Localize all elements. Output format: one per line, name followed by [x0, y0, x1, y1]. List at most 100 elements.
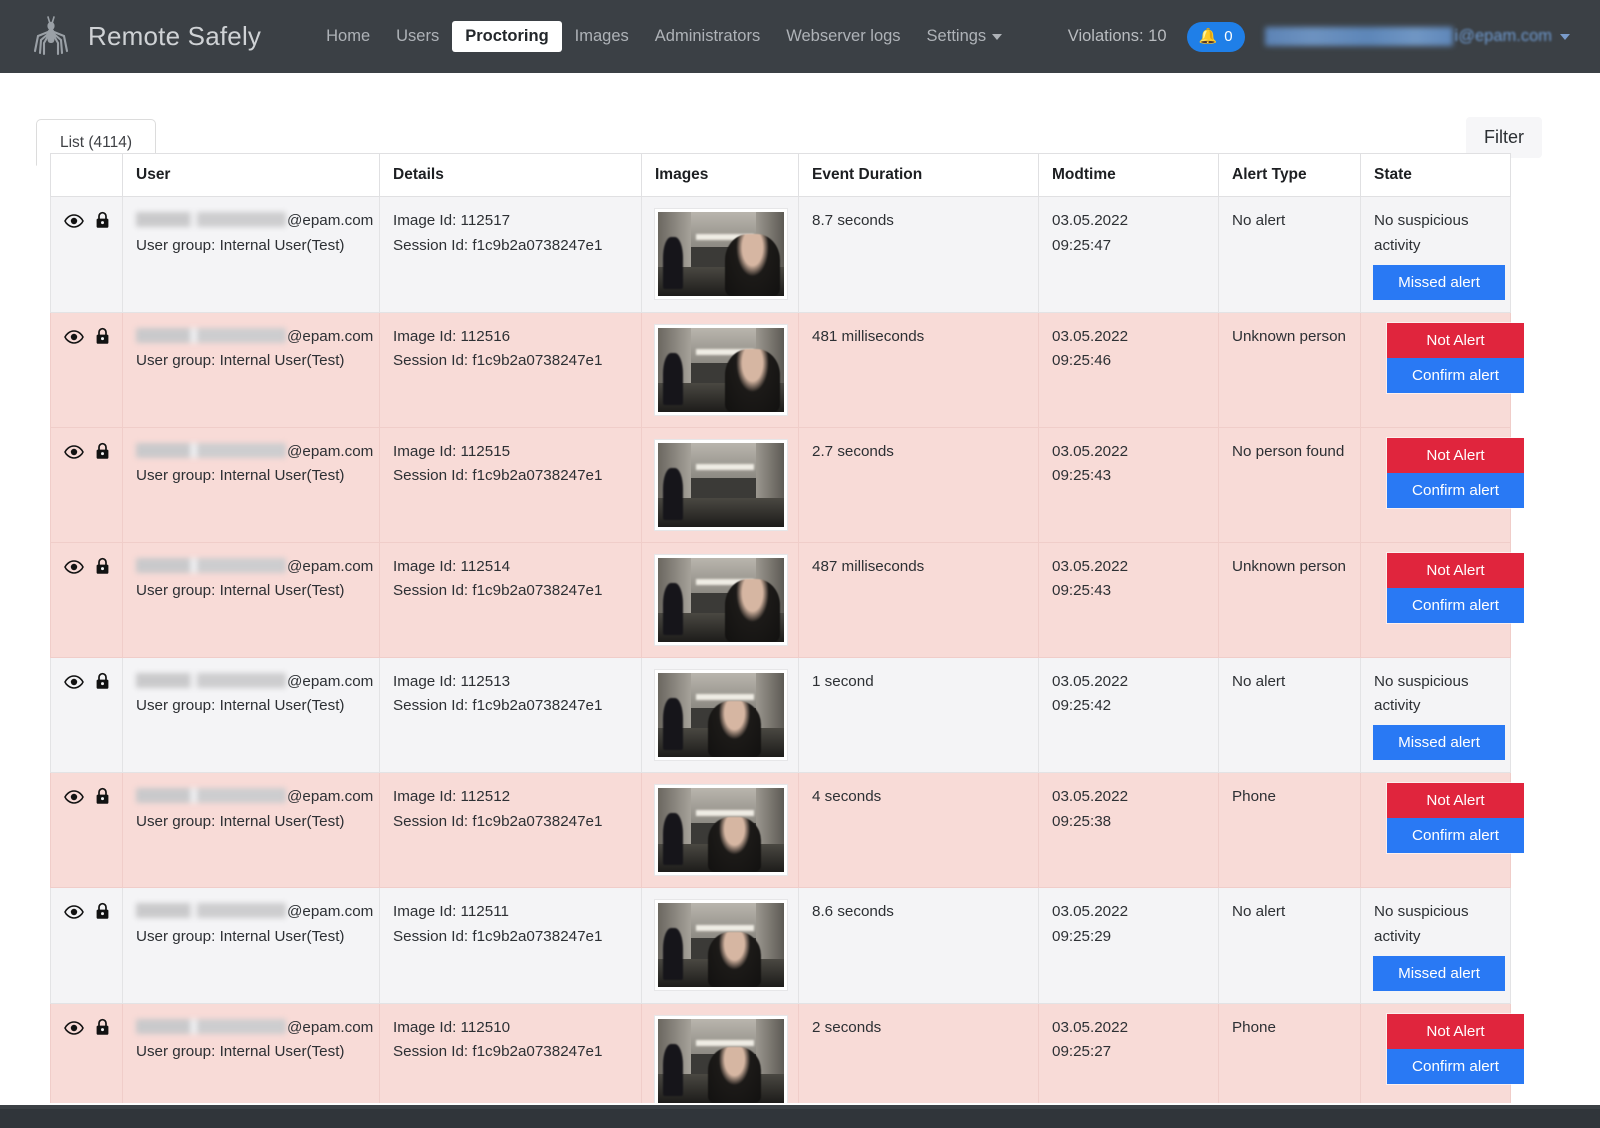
state-cell: Not Alert Confirm alert — [1360, 541, 1524, 658]
nav-link-webserver-logs[interactable]: Webserver logs — [773, 21, 913, 52]
mod-date: 03.05.2022 — [1052, 212, 1129, 229]
confirm-alert-button[interactable]: Confirm alert — [1387, 818, 1524, 854]
image-id: Image Id: 112514 — [393, 557, 511, 575]
alert-type-cell: No alert — [1218, 656, 1361, 774]
thumb-person — [708, 931, 762, 988]
eye-icon[interactable] — [64, 328, 84, 353]
event-thumbnail[interactable] — [655, 900, 787, 991]
eye-icon[interactable] — [64, 443, 84, 468]
user-group: User group: Internal User(Test) — [136, 927, 345, 945]
eye-icon[interactable] — [64, 673, 84, 698]
not-alert-button[interactable]: Not Alert — [1387, 437, 1524, 473]
filter-button[interactable]: Filter — [1466, 117, 1542, 158]
eye-icon[interactable] — [64, 212, 84, 237]
mod-time: 09:25:43 — [1052, 582, 1112, 600]
event-duration-cell: 2 seconds — [798, 1002, 1039, 1119]
brand[interactable]: Remote Safely — [28, 15, 261, 59]
thumb-light — [695, 809, 754, 816]
user-email-redacted — [136, 327, 286, 343]
mod-time: 09:25:47 — [1052, 236, 1112, 254]
table-row[interactable]: @epam.com User group: Internal User(Test)… — [50, 541, 1524, 658]
nav-link-home[interactable]: Home — [313, 21, 383, 52]
thumb-silhouette — [663, 928, 684, 981]
eye-icon[interactable] — [64, 1019, 84, 1044]
lock-icon[interactable] — [95, 211, 110, 238]
footer-band-inner — [0, 1109, 1600, 1128]
nav-link-proctoring[interactable]: Proctoring — [452, 21, 562, 52]
col-state: State — [1360, 153, 1511, 197]
user-email-domain: @epam.com — [287, 1018, 374, 1036]
images-cell — [641, 887, 799, 1004]
eye-icon[interactable] — [64, 903, 84, 928]
eye-icon[interactable] — [64, 788, 84, 813]
images-cell — [641, 772, 799, 889]
state-label: No suspicious activity — [1374, 903, 1469, 945]
lock-icon[interactable] — [95, 787, 110, 814]
nav-link-images[interactable]: Images — [562, 21, 642, 52]
not-alert-button[interactable]: Not Alert — [1387, 1013, 1524, 1049]
eye-icon[interactable] — [64, 558, 84, 583]
session-id: Session Id: f1c9b2a0738247e1 — [393, 582, 603, 600]
table-row[interactable]: @epam.com User group: Internal User(Test)… — [50, 311, 1524, 428]
not-alert-button[interactable]: Not Alert — [1387, 322, 1524, 358]
images-cell — [641, 426, 799, 543]
thumb-light — [695, 1040, 754, 1047]
nav-link-settings[interactable]: Settings — [914, 21, 1016, 52]
alert-type-cell: Unknown person — [1218, 311, 1361, 428]
table-row[interactable]: @epam.com User group: Internal User(Test)… — [50, 1002, 1524, 1119]
user-menu[interactable]: i@epam.com — [1264, 27, 1570, 46]
image-id: Image Id: 112510 — [393, 1018, 511, 1036]
missed-alert-button[interactable]: Missed alert — [1373, 725, 1505, 761]
confirm-alert-button[interactable]: Confirm alert — [1387, 472, 1524, 508]
table-header-row: User Details Images Event Duration Modti… — [50, 153, 1511, 197]
missed-alert-button[interactable]: Missed alert — [1373, 955, 1505, 991]
lock-icon[interactable] — [95, 672, 110, 699]
state-cell: No suspicious activity Missed alert — [1360, 196, 1511, 313]
notifications-badge[interactable]: 🔔 0 — [1186, 21, 1245, 52]
lock-icon[interactable] — [95, 557, 110, 584]
not-alert-button[interactable]: Not Alert — [1387, 552, 1524, 588]
thumb-light — [695, 694, 754, 701]
confirm-alert-button[interactable]: Confirm alert — [1387, 1048, 1524, 1084]
event-thumbnail[interactable] — [655, 785, 787, 876]
mod-time: 09:25:29 — [1052, 927, 1112, 945]
navbar-right: Violations: 10 🔔 0 i@epam.com — [1068, 21, 1576, 52]
event-thumbnail[interactable] — [655, 1015, 787, 1106]
event-thumbnail[interactable] — [655, 669, 787, 760]
thumb-person — [708, 816, 762, 873]
nav-link-users[interactable]: Users — [383, 21, 452, 52]
event-thumbnail[interactable] — [655, 554, 787, 645]
nav-link-settings-label: Settings — [926, 27, 987, 45]
user-group: User group: Internal User(Test) — [136, 697, 345, 715]
details-cell: Image Id: 112512 Session Id: f1c9b2a07382… — [379, 772, 642, 889]
table-row[interactable]: @epam.com User group: Internal User(Test)… — [50, 772, 1524, 889]
lock-icon[interactable] — [95, 442, 110, 469]
lock-icon[interactable] — [95, 327, 110, 354]
chevron-down-icon — [992, 33, 1003, 40]
table-row[interactable]: @epam.com User group: Internal User(Test)… — [50, 426, 1524, 543]
modtime-cell: 03.05.2022 09:25:46 — [1038, 311, 1219, 428]
event-thumbnail[interactable] — [655, 439, 787, 530]
session-id: Session Id: f1c9b2a0738247e1 — [393, 352, 603, 370]
table-row[interactable]: @epam.com User group: Internal User(Test)… — [50, 887, 1511, 1004]
event-thumbnail[interactable] — [655, 209, 787, 299]
details-cell: Image Id: 112511 Session Id: f1c9b2a07382… — [379, 887, 642, 1004]
thumb-person — [724, 233, 781, 296]
confirm-alert-button[interactable]: Confirm alert — [1387, 587, 1524, 623]
user-email: @epam.com — [136, 440, 373, 465]
table-row[interactable]: @epam.com User group: Internal User(Test)… — [50, 196, 1511, 313]
thumb-person — [708, 701, 762, 757]
user-email-redacted — [136, 903, 286, 919]
user-group: User group: Internal User(Test) — [136, 236, 345, 254]
lock-icon[interactable] — [95, 1018, 110, 1045]
lock-icon[interactable] — [95, 902, 110, 929]
user-email-domain: @epam.com — [287, 327, 374, 345]
event-duration-cell: 487 milliseconds — [798, 541, 1039, 658]
images-cell — [641, 311, 799, 428]
table-row[interactable]: @epam.com User group: Internal User(Test)… — [50, 656, 1511, 774]
nav-link-administrators[interactable]: Administrators — [642, 21, 773, 52]
confirm-alert-button[interactable]: Confirm alert — [1387, 357, 1524, 393]
missed-alert-button[interactable]: Missed alert — [1373, 264, 1505, 300]
not-alert-button[interactable]: Not Alert — [1387, 783, 1524, 819]
event-thumbnail[interactable] — [655, 324, 787, 415]
